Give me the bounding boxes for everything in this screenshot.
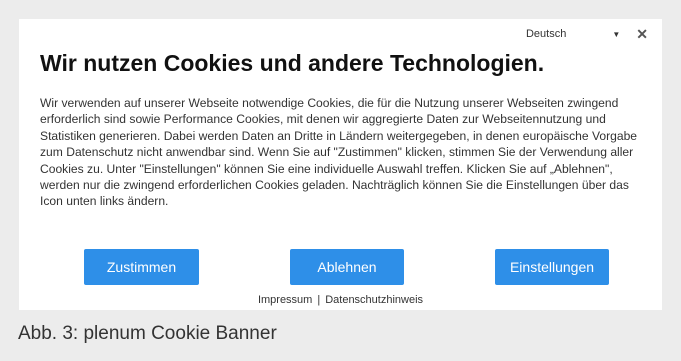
cookie-banner: Deutsch ▼ ✕ Wir nutzen Cookies und ander…: [19, 19, 662, 310]
figure-caption: Abb. 3: plenum Cookie Banner: [18, 323, 277, 344]
privacy-link[interactable]: Datenschutzhinweis: [325, 294, 423, 306]
chevron-down-icon: ▼: [612, 29, 621, 39]
accept-button[interactable]: Zustimmen: [84, 249, 199, 285]
banner-title: Wir nutzen Cookies und andere Technologi…: [40, 50, 545, 76]
language-select[interactable]: Deutsch ▼: [526, 28, 636, 40]
language-label: Deutsch: [525, 28, 567, 40]
link-separator: |: [317, 294, 321, 306]
decline-button[interactable]: Ablehnen: [290, 249, 404, 285]
banner-body-text: Wir verwenden auf unserer Webseite notwe…: [40, 96, 638, 209]
close-icon[interactable]: ✕: [636, 27, 648, 41]
footer-links: Impressum | Datenschutzhinweis: [19, 294, 662, 306]
banner-topbar: Deutsch ▼ ✕: [526, 27, 648, 41]
settings-button[interactable]: Einstellungen: [495, 249, 609, 285]
imprint-link[interactable]: Impressum: [258, 294, 312, 306]
